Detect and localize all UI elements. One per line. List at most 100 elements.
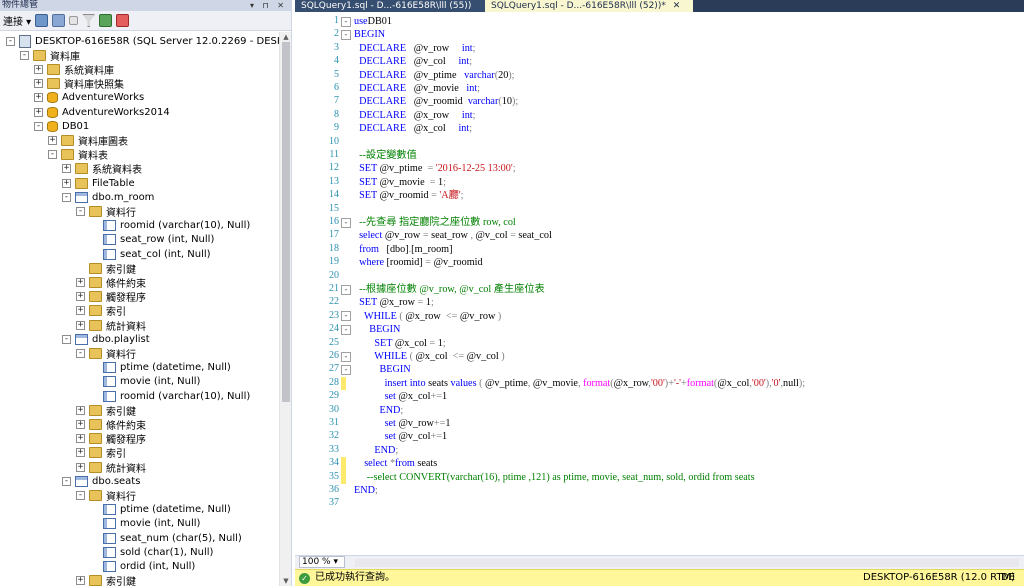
tree-node[interactable]: - 資料庫	[20, 48, 80, 63]
tab-query-52[interactable]: SQLQuery1.sql - D...-616E58R\lll (52))* …	[485, 0, 693, 12]
expand-icon[interactable]: +	[76, 576, 85, 586]
tree-node[interactable]: - 資料行	[76, 488, 136, 503]
activity-monitor-icon[interactable]	[116, 14, 130, 27]
scroll-down-icon[interactable]: ▼	[282, 577, 290, 585]
tree-node[interactable]: + 系統資料庫	[34, 62, 114, 77]
disconnect-icon[interactable]	[52, 14, 66, 27]
query-editor-area: SQLQuery1.sql - D...-616E58R\lll (55)) S…	[295, 0, 1024, 586]
tree-node-label: seat_col (int, Null)	[120, 248, 211, 260]
tree-node-label: 條件約束	[106, 420, 146, 432]
tree-node[interactable]: + 統計資料	[76, 460, 146, 475]
tree-node[interactable]: + 資料庫圖表	[48, 133, 128, 148]
tree-node[interactable]: + 資料庫快照集	[34, 77, 124, 91]
outline-collapse-icon[interactable]: -	[341, 324, 351, 335]
object-explorer-scrollbar[interactable]: ▲ ▼	[279, 32, 291, 586]
collapse-icon[interactable]: -	[76, 490, 85, 500]
tree-node[interactable]: ptime (datetime, Null)	[90, 503, 231, 517]
tree-node[interactable]: roomid (varchar(10), Null)	[90, 219, 250, 233]
outline-collapse-icon[interactable]: -	[341, 311, 351, 322]
expand-icon[interactable]: +	[62, 178, 71, 188]
tree-node[interactable]: + AdventureWorks2014	[34, 105, 170, 119]
tree-node[interactable]: roomid (varchar(10), Null)	[90, 389, 250, 403]
outline-collapse-icon[interactable]: -	[341, 351, 351, 362]
code-line: set @v_row+=1	[384, 418, 451, 429]
line-number: 29	[329, 390, 339, 402]
collapse-icon[interactable]: -	[62, 476, 71, 486]
tree-node[interactable]: - 資料表	[48, 148, 108, 162]
expand-icon[interactable]: +	[34, 79, 43, 89]
close-tab-icon[interactable]: ✕	[673, 1, 681, 11]
tree-node[interactable]: + AdventureWorks	[34, 91, 144, 105]
folder-icon	[89, 433, 102, 445]
scrollbar-thumb[interactable]	[282, 42, 290, 402]
expand-icon[interactable]: +	[76, 292, 85, 302]
connect-button[interactable]: 連接 ▾	[3, 13, 31, 28]
collapse-icon[interactable]: -	[6, 36, 15, 46]
tree-node[interactable]: + 系統資料表	[62, 162, 142, 176]
tree-node[interactable]: + 觸發程序	[76, 290, 146, 304]
tree-node[interactable]: seat_col (int, Null)	[90, 247, 211, 261]
tree-node[interactable]: - dbo.seats	[62, 474, 140, 488]
filter-icon[interactable]	[82, 14, 96, 27]
outline-collapse-icon[interactable]: -	[341, 16, 351, 27]
expand-icon[interactable]: +	[48, 135, 57, 145]
scroll-up-icon[interactable]: ▲	[282, 33, 290, 41]
stop-icon[interactable]	[69, 16, 79, 25]
expand-icon[interactable]: +	[76, 405, 85, 415]
collapse-icon[interactable]: -	[34, 121, 43, 131]
tree-node[interactable]: + 索引鍵	[76, 403, 136, 418]
expand-icon[interactable]: +	[62, 164, 71, 174]
expand-icon[interactable]: +	[76, 320, 85, 330]
zoom-select[interactable]: 100 % ▾	[299, 556, 345, 568]
collapse-icon[interactable]: -	[76, 348, 85, 358]
tree-node[interactable]: - dbo.m_room	[62, 190, 154, 204]
expand-icon[interactable]: +	[76, 277, 85, 287]
tree-node-label: dbo.m_room	[92, 191, 155, 203]
tree-node[interactable]: ordid (int, Null)	[90, 559, 195, 573]
expand-icon[interactable]: +	[76, 448, 85, 458]
tab-query-55[interactable]: SQLQuery1.sql - D...-616E58R\lll (55))	[295, 0, 485, 12]
tree-node[interactable]: seat_row (int, Null)	[90, 233, 214, 247]
collapse-icon[interactable]: -	[62, 192, 71, 202]
tree-node[interactable]: + 觸發程序	[76, 432, 146, 446]
expand-icon[interactable]: +	[34, 64, 43, 74]
collapse-icon[interactable]: -	[48, 150, 57, 160]
tree-node[interactable]: + 索引鍵	[76, 574, 136, 586]
outline-collapse-icon[interactable]: -	[341, 364, 351, 375]
outline-collapse-icon[interactable]: -	[341, 29, 351, 40]
tree-node[interactable]: sold (char(1), Null)	[90, 545, 213, 559]
collapse-icon[interactable]: -	[20, 50, 29, 60]
sql-code-editor[interactable]: 1- useDB01 2- BEGIN 3 DECLARE @v_row int; 4 D…	[295, 12, 1024, 555]
expand-icon[interactable]: +	[34, 107, 43, 117]
collapse-icon[interactable]: -	[62, 334, 71, 344]
tree-node[interactable]: + 條件約束	[76, 417, 146, 432]
tree-node[interactable]: + 索引	[76, 446, 126, 460]
tree-node[interactable]: - 資料行	[76, 204, 136, 219]
tree-node[interactable]: ptime (datetime, Null)	[90, 361, 231, 375]
expand-icon[interactable]: +	[34, 93, 43, 103]
collapse-icon[interactable]: -	[76, 206, 85, 216]
tree-node[interactable]: - DESKTOP-616E58R (SQL Server 12.0.2269 -…	[6, 34, 279, 48]
outline-collapse-icon[interactable]: -	[341, 217, 351, 228]
panel-window-controls[interactable]: ▾ ⊓ ✕	[250, 0, 287, 11]
refresh-icon[interactable]	[99, 14, 113, 27]
expand-icon[interactable]: +	[76, 434, 85, 444]
tree-node[interactable]: + 索引	[76, 304, 126, 318]
tree-node[interactable]: movie (int, Null)	[90, 375, 200, 389]
tree-node[interactable]: movie (int, Null)	[90, 517, 200, 531]
tree-node[interactable]: + 條件約束	[76, 275, 146, 290]
horizontal-scrollbar[interactable]	[355, 559, 1019, 567]
expand-icon[interactable]: +	[76, 462, 85, 472]
tree-node[interactable]: - 資料行	[76, 346, 136, 361]
tree-node[interactable]: 索引鍵	[76, 261, 136, 276]
expand-icon[interactable]: +	[76, 419, 85, 429]
tree-node[interactable]: - dbo.playlist	[62, 332, 150, 346]
table-icon	[75, 333, 88, 345]
expand-icon[interactable]: +	[76, 306, 85, 316]
tree-node[interactable]: seat_num (char(5), Null)	[90, 531, 242, 545]
tree-node[interactable]: + 統計資料	[76, 318, 146, 333]
tree-node[interactable]: - DB01	[34, 119, 89, 133]
connect-object-explorer-icon[interactable]	[35, 14, 49, 27]
tree-node[interactable]: + FileTable	[62, 176, 135, 190]
outline-collapse-icon[interactable]: -	[341, 284, 351, 295]
